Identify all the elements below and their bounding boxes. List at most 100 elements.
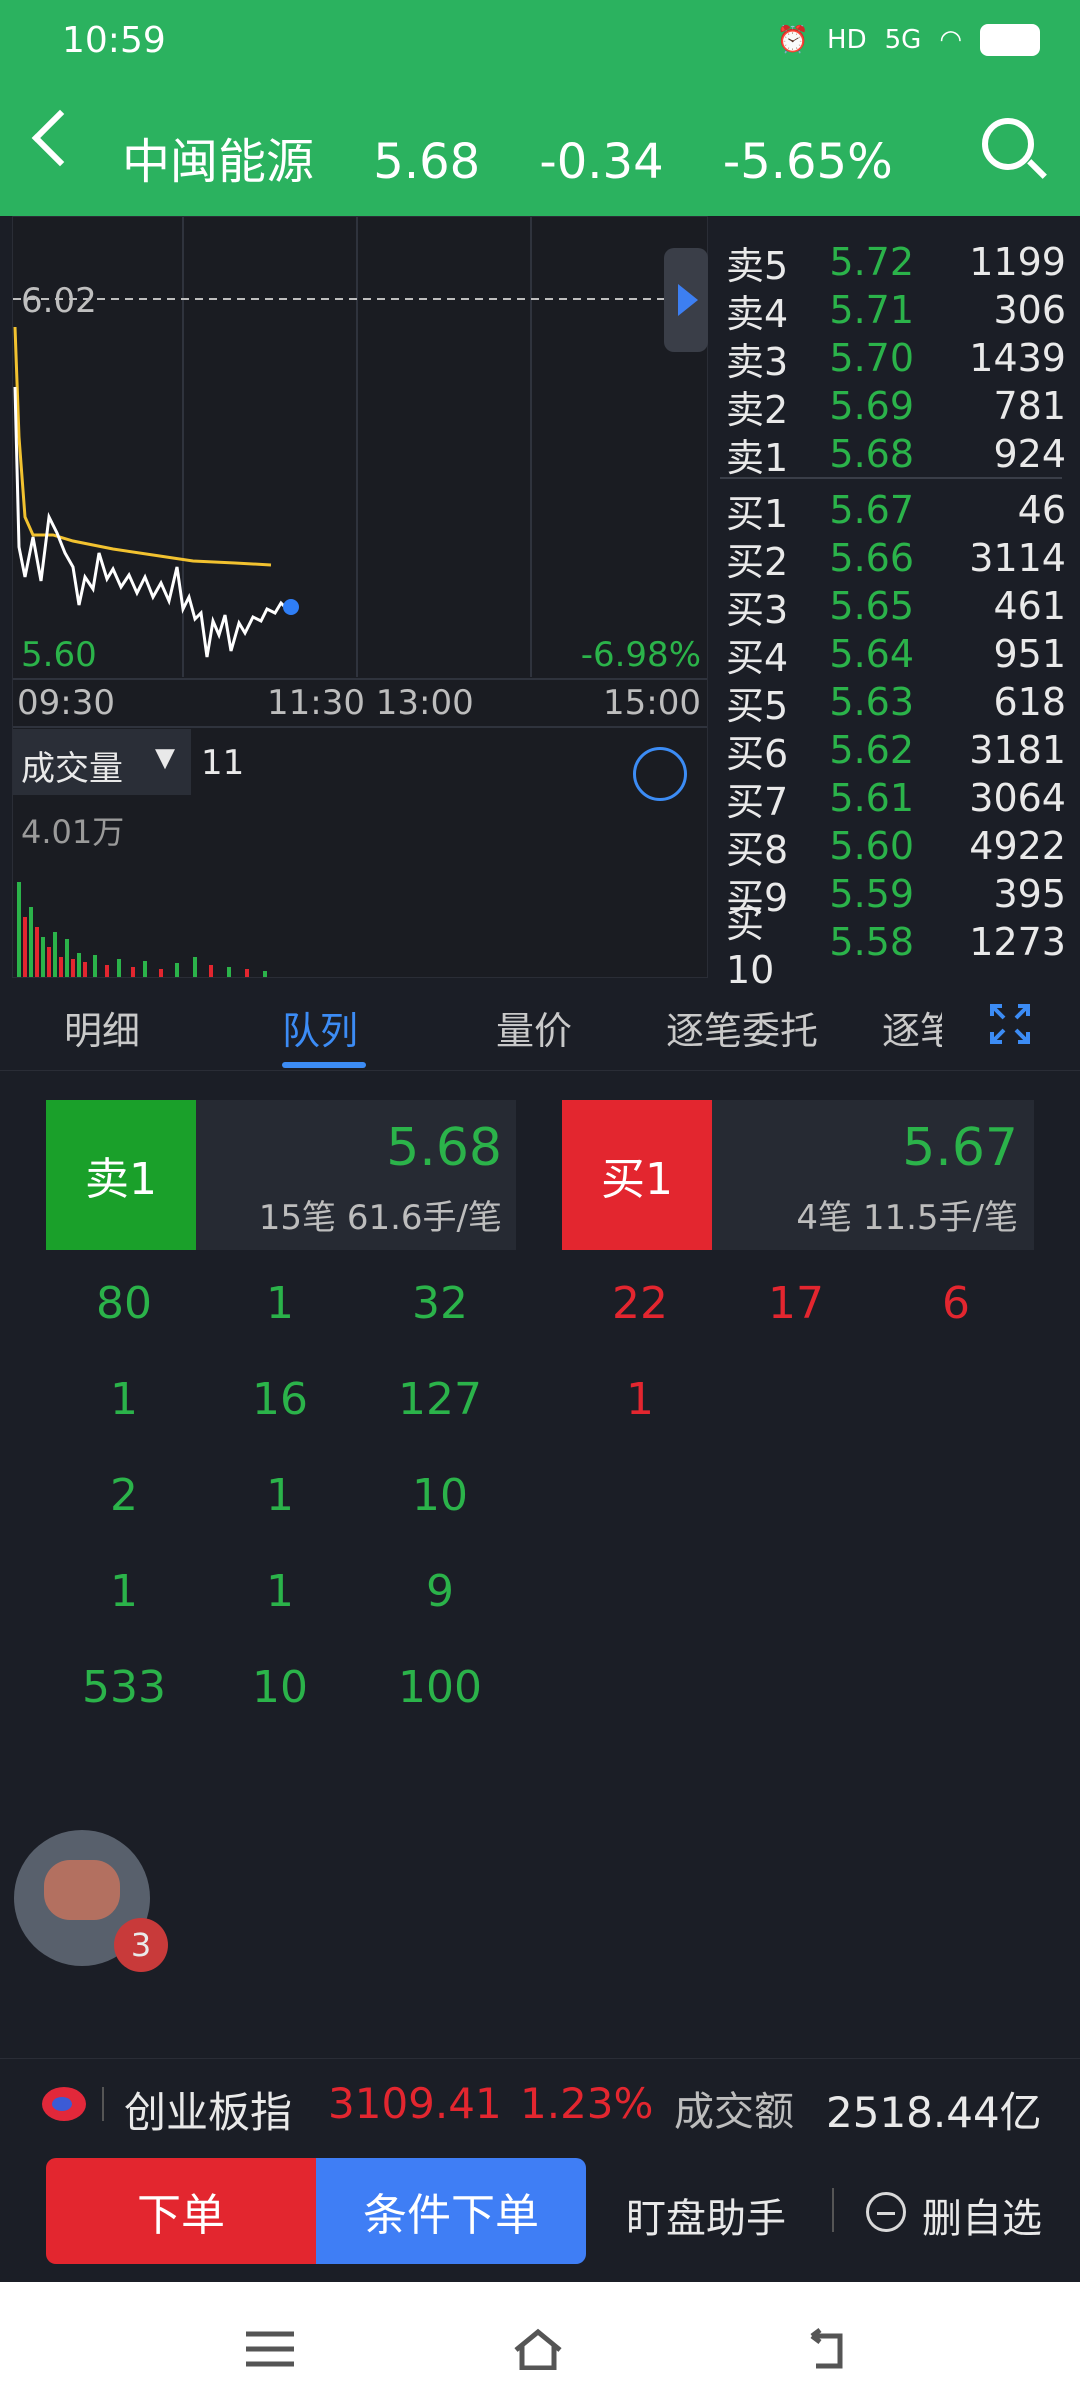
bid-price: 5.66 xyxy=(829,536,914,580)
sell-queue-cell: 1 xyxy=(110,1374,138,1425)
bid-price: 5.58 xyxy=(829,920,914,964)
remove-watchlist-button[interactable]: 删自选 xyxy=(922,2186,1042,2244)
home-icon[interactable] xyxy=(512,2328,564,2370)
bid-price: 5.63 xyxy=(829,680,914,724)
back-icon[interactable] xyxy=(31,109,89,167)
bid-label: 买4 xyxy=(726,635,789,680)
volume-selector[interactable]: 成交量 ▼ xyxy=(13,729,191,795)
sell-queue-cell: 2 xyxy=(110,1470,138,1521)
stock-change: -0.34 xyxy=(539,134,664,190)
bid-row-5[interactable]: 买5 5.63 618 xyxy=(726,678,1066,728)
remove-watchlist-icon[interactable] xyxy=(866,2192,906,2232)
ask-row-5[interactable]: 卖5 5.72 1199 xyxy=(726,238,1066,288)
bid-volume: 46 xyxy=(1017,488,1066,532)
bid-label: 买3 xyxy=(726,587,789,632)
search-icon[interactable] xyxy=(982,118,1034,170)
status-icons: ⏰ HD 5G ◠ xyxy=(777,24,1040,56)
bid-row-8[interactable]: 买8 5.60 4922 xyxy=(726,822,1066,872)
volume-value: 11 xyxy=(201,743,245,783)
battery-icon xyxy=(980,24,1040,56)
volume-max-label: 4.01万 xyxy=(21,813,125,851)
sell-queue-cell: 10 xyxy=(412,1470,468,1521)
chart-svg xyxy=(13,217,707,977)
tab-queue[interactable]: 队列 xyxy=(282,1000,358,1055)
volume-bars xyxy=(17,882,267,977)
low-pct-label: -6.98% xyxy=(580,635,701,675)
bid-price: 5.59 xyxy=(829,872,914,916)
5g-signal-icon: 5G xyxy=(884,25,922,55)
order-book: 卖5 5.72 1199 卖4 5.71 306 卖3 5.70 1439 卖2 5.69 78… xyxy=(706,216,1080,992)
hd-icon: HD xyxy=(827,25,867,55)
turnover-label: 成交额 xyxy=(674,2089,794,2135)
ask-price: 5.71 xyxy=(829,288,914,332)
sell-queue-cell: 100 xyxy=(398,1662,482,1713)
assistant-avatar[interactable]: 3 xyxy=(14,1830,168,1972)
bid-row-10[interactable]: 买10 5.58 1273 xyxy=(726,902,1066,992)
index-ticker[interactable]: 创业板指 3109.41 1.23% 成交额 2518.44亿 xyxy=(0,2058,1080,2147)
place-order-button[interactable]: 下单 xyxy=(46,2158,316,2264)
sell-queue-cell: 16 xyxy=(252,1374,308,1425)
intraday-chart[interactable]: 6.02 5.60 -6.98% 09:30 11:30 13:00 15:00… xyxy=(12,216,708,978)
back-nav-icon[interactable] xyxy=(800,2328,852,2370)
buy-queue-cell: 22 xyxy=(612,1278,668,1329)
tab-volume-price[interactable]: 量价 xyxy=(496,1000,572,1055)
bid-volume: 3114 xyxy=(969,536,1066,580)
bid-row-6[interactable]: 买6 5.62 3181 xyxy=(726,726,1066,776)
ask-row-2[interactable]: 卖2 5.69 781 xyxy=(726,382,1066,432)
sell-queue-stats: 15笔 61.6手/笔 xyxy=(258,1198,502,1238)
bid-label: 买8 xyxy=(726,827,789,872)
expand-icon[interactable] xyxy=(988,1002,1032,1046)
sell-queue-cell: 1 xyxy=(110,1566,138,1617)
bid-row-1[interactable]: 买1 5.67 46 xyxy=(726,486,1066,536)
ask-price: 5.72 xyxy=(829,240,914,284)
tab-order-by-order[interactable]: 逐笔委托 xyxy=(666,1000,818,1055)
tab-trade-by-trade[interactable]: 逐笔 xyxy=(882,1000,942,1055)
prev-close-label: 6.02 xyxy=(21,281,97,321)
buy-queue-cell: 17 xyxy=(768,1278,824,1329)
bid-label: 买7 xyxy=(726,779,789,824)
bid-row-2[interactable]: 买2 5.66 3114 xyxy=(726,534,1066,584)
ask-price: 5.69 xyxy=(829,384,914,428)
ask-volume: 1439 xyxy=(969,336,1066,380)
ask-label: 卖2 xyxy=(726,387,789,432)
conditional-order-button[interactable]: 条件下单 xyxy=(316,2158,586,2264)
ask-label: 卖4 xyxy=(726,291,789,336)
bid-volume: 4922 xyxy=(969,824,1066,868)
ask-row-4[interactable]: 卖4 5.71 306 xyxy=(726,286,1066,336)
index-name: 创业板指 xyxy=(124,2088,293,2137)
fullscreen-chart-icon[interactable] xyxy=(633,747,687,801)
monitor-assistant-button[interactable]: 盯盘助手 xyxy=(626,2186,786,2244)
ask-label: 卖5 xyxy=(726,243,789,288)
tab-details[interactable]: 明细 xyxy=(64,1000,140,1055)
top-bar: 10:59 ⏰ HD 5G ◠ 中闽能源 5.68 -0.34 -5.65% xyxy=(0,0,1080,216)
bid-price: 5.67 xyxy=(829,488,914,532)
sell-queue-cell: 533 xyxy=(82,1662,166,1713)
expand-panel-icon[interactable] xyxy=(664,248,708,352)
menu-icon[interactable] xyxy=(244,2328,296,2370)
sell-queue-cell: 32 xyxy=(412,1278,468,1329)
bid-price: 5.64 xyxy=(829,632,914,676)
ask-label: 卖1 xyxy=(726,435,789,480)
sell-queue-cell: 1 xyxy=(266,1278,294,1329)
bid-price: 5.61 xyxy=(829,776,914,820)
bid-label: 买6 xyxy=(726,731,789,776)
ask-row-3[interactable]: 卖3 5.70 1439 xyxy=(726,334,1066,384)
ask-label: 卖3 xyxy=(726,339,789,384)
bid-label: 买5 xyxy=(726,683,789,728)
bid-volume: 1273 xyxy=(969,920,1066,964)
turnover-value: 2518.44亿 xyxy=(826,2088,1042,2137)
bid-row-3[interactable]: 买3 5.65 461 xyxy=(726,582,1066,632)
sell-queue-cell: 10 xyxy=(252,1662,308,1713)
stock-name: 中闽能源 xyxy=(122,134,315,190)
time-start: 09:30 xyxy=(17,683,115,723)
index-logo-icon xyxy=(42,2087,86,2121)
ask-volume: 781 xyxy=(993,384,1066,428)
ask-volume: 1199 xyxy=(969,240,1066,284)
tab-underline xyxy=(282,1062,366,1068)
bid-row-7[interactable]: 买7 5.61 3064 xyxy=(726,774,1066,824)
bid-volume: 395 xyxy=(993,872,1066,916)
low-price-label: 5.60 xyxy=(21,635,97,675)
ask-row-1[interactable]: 卖1 5.68 924 xyxy=(726,430,1066,480)
bid-row-4[interactable]: 买4 5.64 951 xyxy=(726,630,1066,680)
sell-queue-cell: 9 xyxy=(426,1566,454,1617)
